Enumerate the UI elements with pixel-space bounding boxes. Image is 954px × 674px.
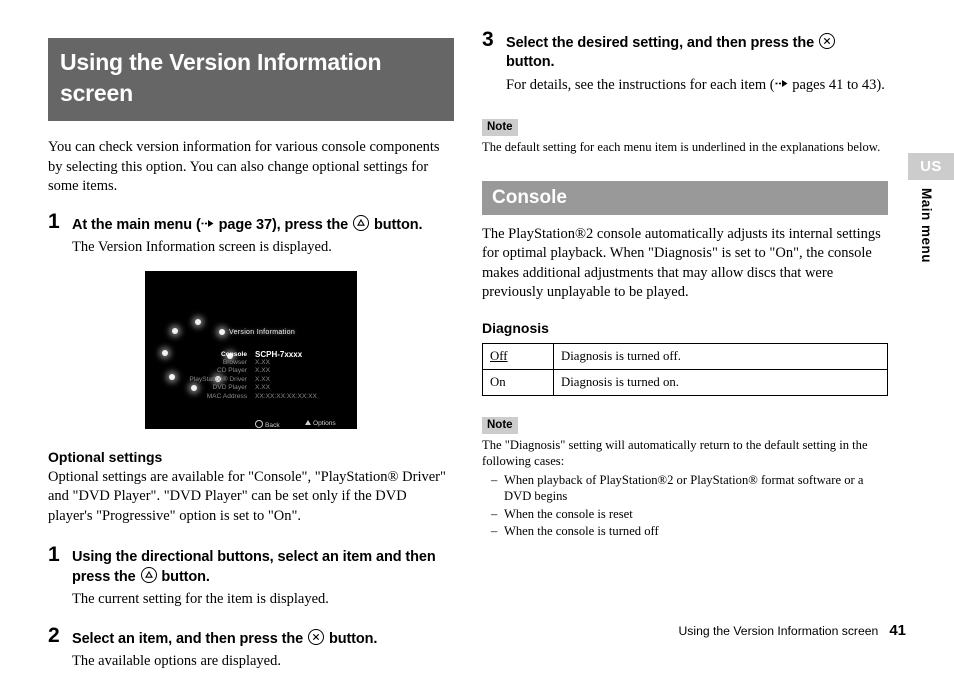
page-reference-arrow-icon (201, 215, 214, 234)
console-screenshot: Version Information Console SCPH-7xxxx B… (145, 270, 357, 429)
left-column: Using the Version Information screen You… (48, 38, 454, 671)
step-head-pre: Select the desired setting, and then pre… (506, 35, 818, 51)
note-block-1: Note The default setting for each menu i… (482, 117, 888, 156)
note-block-2: Note The "Diagnosis" setting will automa… (482, 415, 888, 540)
chapter-title-bar: Using the Version Information screen (48, 38, 454, 121)
step-number: 1 (48, 543, 60, 566)
table-row: On Diagnosis is turned on. (482, 368, 888, 396)
screenshot-row: PlayStation® Driver X.XX (165, 376, 351, 384)
screenshot-row-label: Browser (222, 358, 247, 366)
step-sub-post: pages 41 to 43). (788, 77, 885, 93)
list-item: When the console is reset (482, 506, 888, 523)
screenshot-info-table: Console SCPH-7xxxx Browser X.XX CD Playe… (165, 349, 351, 401)
document-page: Using the Version Information screen You… (0, 0, 954, 674)
screenshot-row-label: Console (220, 350, 247, 358)
step-sub-pre: For details, see the instructions for ea… (506, 77, 775, 93)
step-head-post: button. (157, 569, 210, 585)
list-item: When playback of PlayStation®2 or PlaySt… (482, 472, 888, 505)
step-subtext: The available options are displayed. (72, 653, 281, 669)
optional-settings-paragraph: Optional settings are available for "Con… (48, 468, 446, 524)
console-screenshot-figure: Version Information Console SCPH-7xxxx B… (145, 270, 454, 429)
step-head-pre: At the main menu ( (72, 216, 201, 233)
screenshot-row: MAC Address XX:XX:XX:XX:XX:XX (165, 393, 351, 401)
step-1: 1 At the main menu ( page 37), press the… (48, 211, 454, 257)
step-3: 3 Select the desired setting, and then p… (482, 29, 888, 95)
screenshot-row-label: DVD Player (212, 384, 247, 392)
screenshot-back-label: Back (265, 421, 280, 429)
screenshot-row: CD Player X.XX (165, 367, 351, 375)
step-heading: Using the directional buttons, select an… (72, 548, 454, 587)
step-head-mid: page 37), press the (214, 216, 353, 233)
side-tab-main-menu: Main menu (919, 188, 934, 264)
section-paragraph: The PlayStation®2 console automatically … (482, 225, 881, 301)
step-number: 1 (48, 209, 60, 233)
screenshot-row: DVD Player X.XX (165, 384, 351, 392)
option-key-label: Off (490, 348, 508, 363)
step-subtext: The Version Information screen is displa… (72, 238, 332, 255)
step-subtext: The current setting for the item is disp… (72, 591, 329, 607)
section-title-bar: Console (482, 180, 888, 215)
screenshot-row-label: MAC Address (206, 392, 247, 400)
right-column: 3 Select the desired setting, and then p… (482, 29, 888, 540)
screenshot-options-label: Options (313, 419, 336, 427)
diagnosis-heading: Diagnosis (482, 319, 549, 336)
step-number: 3 (482, 28, 494, 51)
table-row: Off Diagnosis is turned off. (482, 342, 888, 370)
step-1-optional: 1 Using the directional buttons, select … (48, 544, 454, 609)
screenshot-back-action: Back (255, 419, 280, 429)
screenshot-row-value: X.XX (255, 367, 271, 375)
triangle-button-icon (305, 419, 311, 425)
footer-title: Using the Version Information screen (678, 624, 879, 638)
page-reference-arrow-icon (775, 75, 788, 94)
screenshot-row-value: SCPH-7xxxx (255, 349, 303, 359)
circle-button-icon (255, 419, 263, 428)
screenshot-row-value: XX:XX:XX:XX:XX:XX (255, 392, 317, 400)
optional-settings-heading: Optional settings (48, 448, 163, 465)
triangle-button-icon (140, 567, 157, 583)
note-badge: Note (482, 416, 518, 434)
option-key: Off (482, 342, 554, 370)
step-head-pre: Using the directional buttons, select an… (72, 549, 436, 585)
triangle-button-icon (353, 214, 370, 231)
region-badge-us: US (908, 153, 954, 180)
page-number: 41 (889, 622, 906, 639)
screenshot-row: Console SCPH-7xxxx (165, 349, 351, 359)
note-badge: Note (482, 119, 518, 136)
page-footer: Using the Version Information screen 41 (0, 622, 906, 639)
cross-button-icon (818, 33, 835, 49)
screenshot-options-action: Options (305, 419, 336, 427)
screenshot-row-value: X.XX (255, 358, 271, 366)
note-body: The "Diagnosis" setting will automatical… (482, 437, 868, 469)
screenshot-row-value: X.XX (255, 375, 271, 383)
screenshot-row-value: X.XX (255, 384, 271, 392)
step-subtext: For details, see the instructions for ea… (506, 75, 888, 95)
option-key: On (482, 368, 554, 396)
option-key-label: On (490, 374, 506, 389)
intro-paragraph: You can check version information for va… (48, 139, 440, 194)
screenshot-row: Browser X.XX (165, 359, 351, 367)
diagnosis-options-table: Off Diagnosis is turned off. On Diagnosi… (482, 342, 888, 396)
note-body: The default setting for each menu item i… (482, 140, 881, 154)
option-description: Diagnosis is turned off. (553, 342, 888, 370)
screenshot-title: Version Information (229, 328, 296, 336)
screenshot-row-label: PlayStation® Driver (189, 375, 247, 383)
step-heading: At the main menu ( page 37), press the b… (72, 214, 454, 235)
step-head-post: button. (370, 216, 423, 233)
screenshot-row-label: CD Player (216, 367, 247, 375)
list-item: When the console is turned off (482, 523, 888, 540)
step-head-post: button. (506, 54, 555, 70)
note-bullet-list: When playback of PlayStation®2 or PlaySt… (482, 472, 888, 540)
option-description: Diagnosis is turned on. (553, 368, 888, 396)
step-heading: Select the desired setting, and then pre… (506, 33, 888, 72)
